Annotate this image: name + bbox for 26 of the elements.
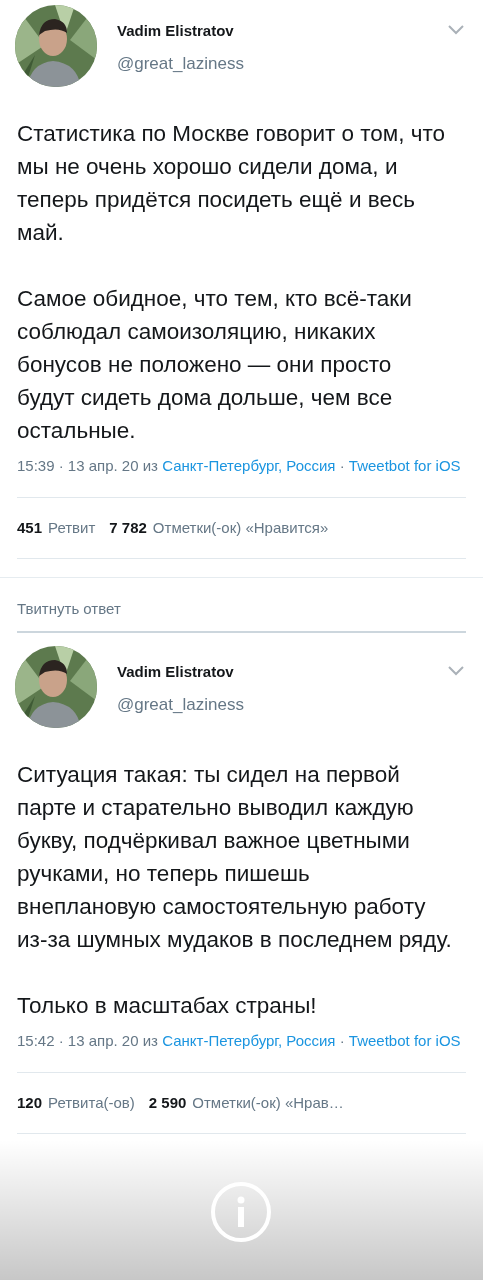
stat-label: Отметки(-ок) «Нрав… xyxy=(192,1092,344,1113)
stat-label: Отметки(-ок) «Нравится» xyxy=(152,518,329,538)
stat-count: 7 782 xyxy=(109,518,147,538)
tweet-meta: 15:39 · 13 апр. 20 из Санкт-Петербург, Россия · Tweetbot for iOS xyxy=(17,456,462,476)
location-link[interactable]: Санкт-Петербург, Россия xyxy=(162,1031,336,1049)
stat-count: 2 590 xyxy=(148,1092,187,1113)
tweet-meta: 15:42 · 13 апр. 20 из Санкт-Петербург, Россия · Tweetbot for iOS xyxy=(17,1030,462,1051)
tweet-text: Только в масштабах страны! xyxy=(17,991,318,1020)
tweet-text: Ситуация такая: ты сидел на первой парте и старательно выводил каждую букву, подчёркивал важное цветными ручками, но теперь пишешь внеплановую самостоятельную работу из-за шумных мудаков в последнем ряду. xyxy=(17,760,453,954)
author-name: Vadim Elistratov xyxy=(117,21,235,41)
chevron-down-icon[interactable] xyxy=(448,665,464,676)
tweet-text: Статистика по Москве говорит о том, что мы не очень хорошо сидели дома, и теперь придётся посидеть ещё и весь май. xyxy=(17,120,447,247)
author-handle: @great_laziness xyxy=(117,693,245,716)
tweet-text: Самое обидное, что тем, кто всё-таки соблюдал самоизоляцию, никаких бонусов не положено — они просто будут сидеть дома дольше, чем все остальные. xyxy=(17,285,413,445)
stat-label: Ретвита(-ов) xyxy=(48,1092,135,1113)
author-name: Vadim Elistratov xyxy=(117,661,235,682)
stat-count: 451 xyxy=(17,518,43,538)
client-link[interactable]: Tweetbot for iOS xyxy=(348,1031,461,1049)
chevron-down-icon[interactable] xyxy=(448,25,464,35)
stat-count: 120 xyxy=(17,1092,43,1113)
location-link[interactable]: Санкт-Петербург, Россия xyxy=(162,457,336,474)
client-link[interactable]: Tweetbot for iOS xyxy=(348,457,461,474)
author-handle: @great_laziness xyxy=(117,53,245,75)
stat-label: Ретвит xyxy=(48,518,96,538)
info-icon[interactable] xyxy=(210,1181,272,1243)
reply-field[interactable]: Твитнуть ответ xyxy=(17,598,466,633)
